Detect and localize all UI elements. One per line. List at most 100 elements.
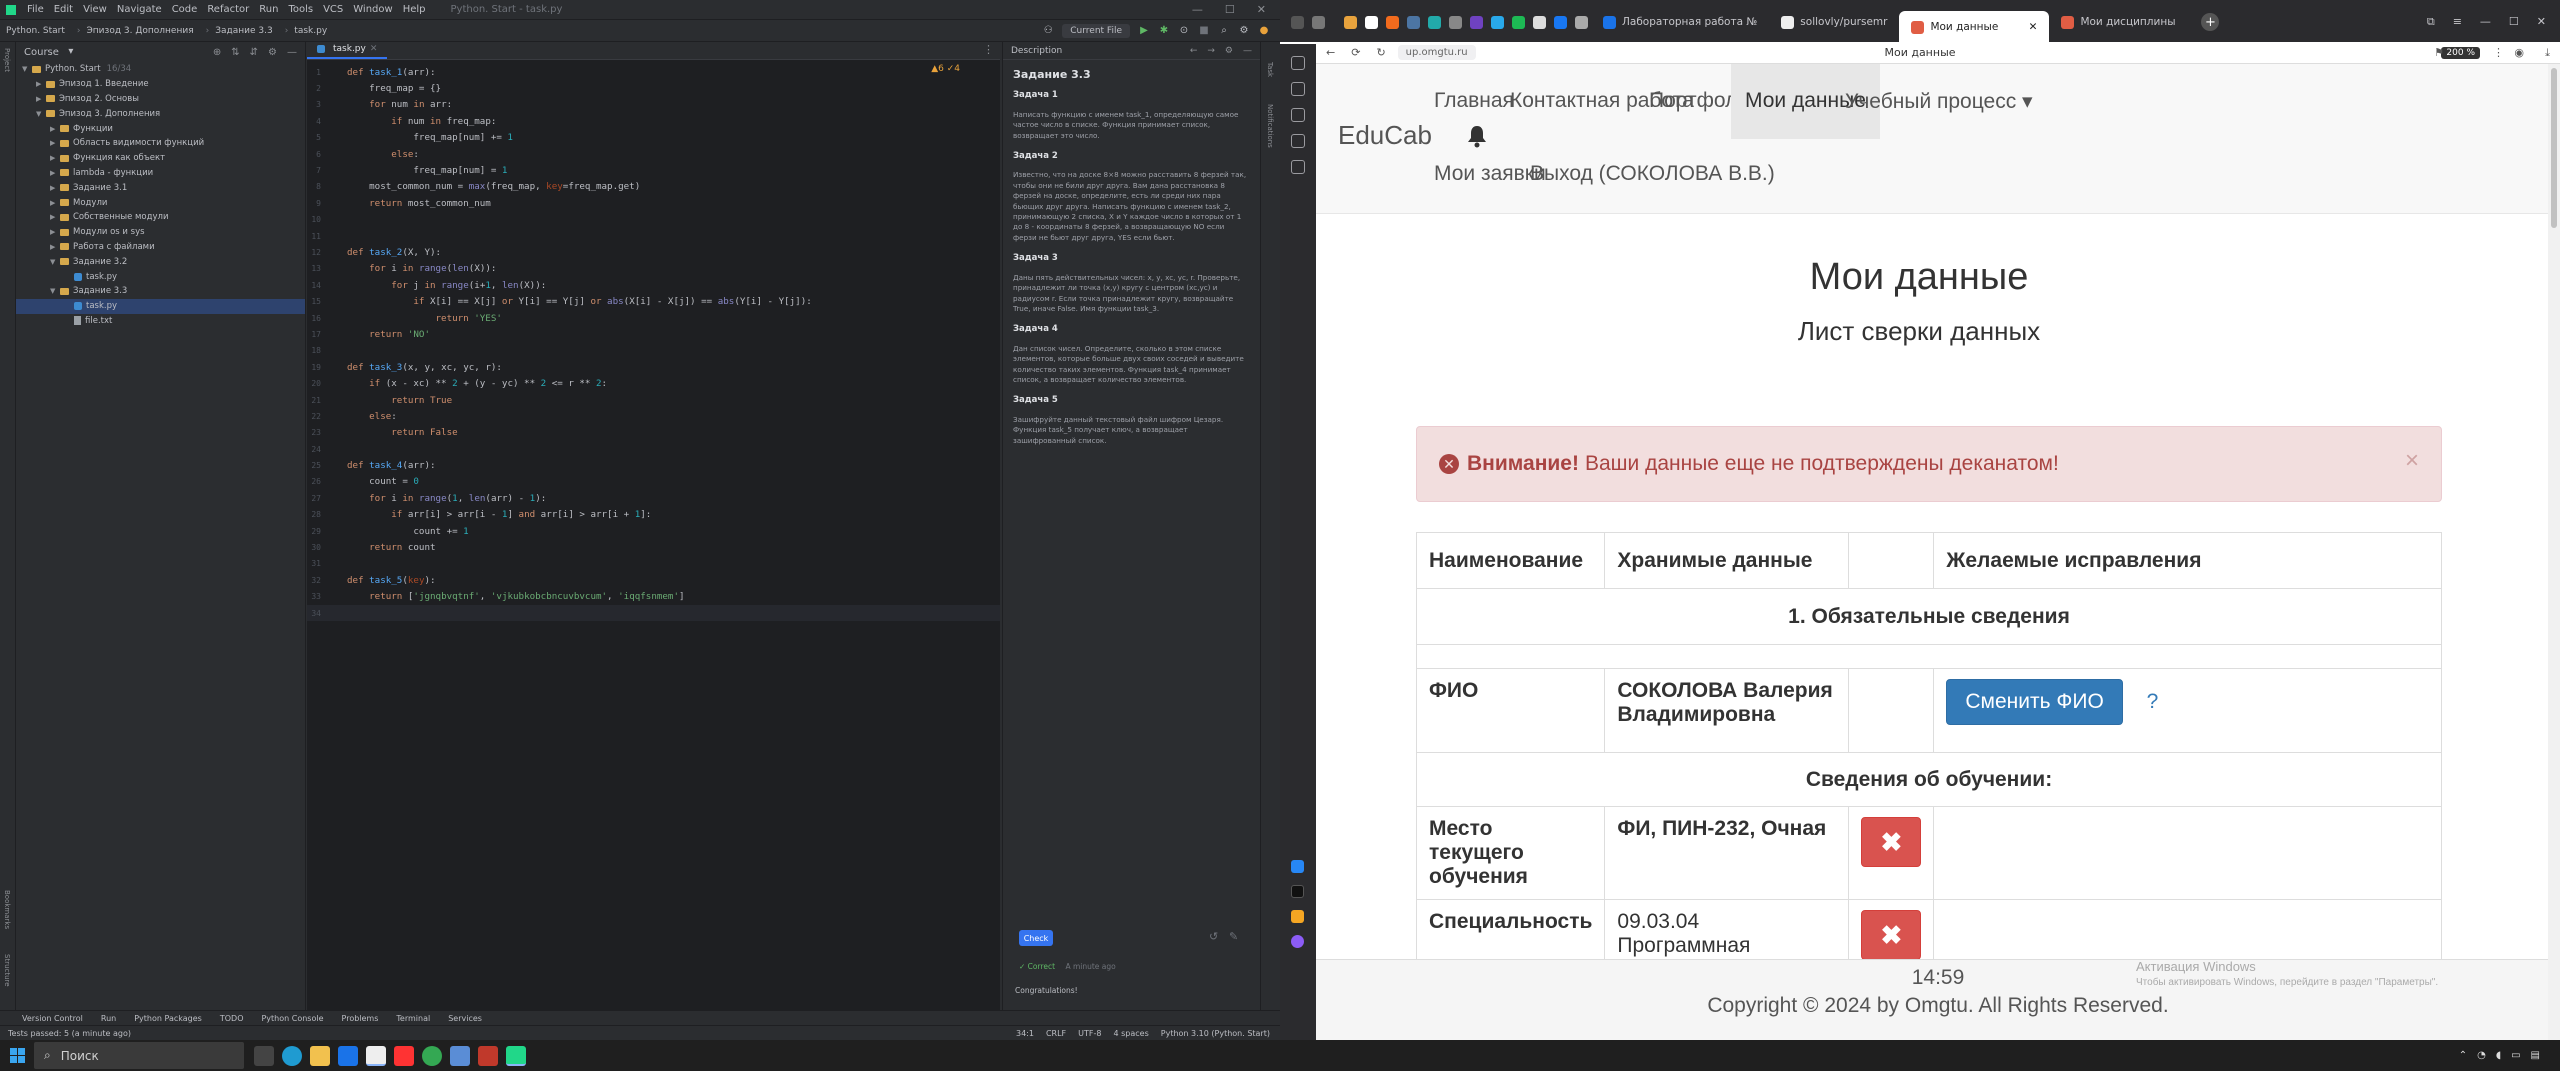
network-icon[interactable]: ◔ (2477, 1050, 2486, 1061)
edge-icon[interactable] (282, 1045, 302, 1066)
minimize-icon[interactable]: — (2480, 15, 2491, 29)
code-line[interactable]: 21 return True (307, 392, 1000, 408)
user-icon[interactable]: ⚇ (1042, 25, 1054, 37)
gear-icon[interactable]: ⚙ (268, 47, 277, 58)
stop-icon[interactable]: ■ (1198, 25, 1210, 37)
chevron-icon[interactable]: ▶ (50, 184, 60, 192)
check-button[interactable]: Check (1019, 930, 1053, 946)
app-icon[interactable] (478, 1045, 498, 1066)
project-tool-tab[interactable]: Project (3, 48, 11, 72)
code-line[interactable]: 17 return 'NO' (307, 326, 1000, 342)
tree-item[interactable]: ▶ Модули os и sys (16, 225, 305, 240)
pinned-tab-icon[interactable] (1386, 15, 1399, 29)
pinned-tab-icon[interactable] (1365, 15, 1378, 29)
tiktok-icon[interactable] (1291, 885, 1304, 898)
taskbar-search[interactable]: ⌕ Поиск (34, 1042, 244, 1069)
breadcrumb-item[interactable]: Эпизод 3. Дополнения (71, 26, 200, 36)
battery-icon[interactable]: ▭ (2511, 1050, 2520, 1061)
profile-icon[interactable] (1291, 15, 1304, 29)
zoom-indicator[interactable]: 200 % (2441, 46, 2480, 59)
chevron-icon[interactable]: ▶ (50, 154, 60, 162)
code-line[interactable]: 28 if arr[i] > arr[i - 1] and arr[i] > a… (307, 507, 1000, 523)
tree-item[interactable]: ▶ Работа с файлами (16, 240, 305, 255)
locate-icon[interactable]: ⊕ (213, 47, 221, 58)
project-pane-title[interactable]: Course (24, 47, 59, 58)
menu-6[interactable]: Run (254, 4, 283, 15)
chevron-icon[interactable]: ▼ (50, 258, 60, 266)
back-icon[interactable]: ← (1326, 46, 1335, 59)
code-line[interactable]: 2 freq_map = {} (307, 80, 1000, 96)
site-brand[interactable]: EduCab (1338, 120, 1432, 151)
code-line[interactable]: 23 return False (307, 425, 1000, 441)
chevron-icon[interactable]: ▶ (50, 243, 60, 251)
yandex-icon[interactable] (394, 1045, 414, 1066)
menu-3[interactable]: Navigate (112, 4, 167, 15)
code-line[interactable]: 9 return most_common_num (307, 195, 1000, 211)
fio-help-link[interactable]: ? (2147, 690, 2159, 713)
code-line[interactable]: 1 def task_1 (arr): (307, 64, 1000, 80)
code-line[interactable]: 34 (307, 604, 1000, 622)
hide-icon[interactable]: — (287, 47, 297, 58)
code-line[interactable]: 10 (307, 212, 1000, 228)
assistant-icon[interactable] (1291, 935, 1304, 948)
nav-my-requests[interactable]: Мои заявки (1434, 162, 1546, 186)
tool-window-button[interactable]: Services (448, 1014, 482, 1023)
minimize-icon[interactable]: — (1192, 3, 1203, 16)
tool-window-button[interactable]: Problems (342, 1014, 379, 1023)
chevron-down-icon[interactable]: ▾ (65, 46, 77, 58)
reset-icon[interactable]: ↺ (1209, 930, 1218, 943)
run-icon[interactable]: ▶ (1138, 25, 1150, 37)
tree-item[interactable]: ▶ Функция как объект (16, 151, 305, 166)
tree-item[interactable]: ▶ Функции (16, 121, 305, 136)
menu-0[interactable]: File (22, 4, 49, 15)
tree-item[interactable]: ▼ Задание 3.3 (16, 284, 305, 299)
code-line[interactable]: 14 for j in range (i+ 1, len (X)): (307, 277, 1000, 293)
tree-item[interactable]: ▶ Эпизод 1. Введение (16, 77, 305, 92)
tree-item[interactable]: file.txt (16, 314, 305, 329)
delete-button[interactable]: ✖ (1861, 910, 1922, 960)
code-line[interactable]: 32 def task_5(key): (307, 572, 1000, 588)
notification-icon[interactable]: ▤ (2531, 1050, 2540, 1061)
tab-manager-icon[interactable] (1312, 15, 1325, 29)
code-line[interactable]: 20 if (x - xc) ** 2 + (y - yc) ** 2 <= r… (307, 375, 1000, 391)
url-field[interactable]: up.omgtu.ru (1397, 45, 1476, 60)
menu-8[interactable]: VCS (318, 4, 348, 15)
page-scrollbar[interactable] (2548, 64, 2560, 1040)
status-item[interactable]: 34:1 (1016, 1029, 1034, 1038)
scrollbar-thumb[interactable] (2551, 68, 2557, 228)
chevron-icon[interactable]: ▶ (36, 80, 46, 88)
pinned-tab-icon[interactable] (1512, 15, 1525, 29)
code-editor[interactable]: task.py ✕ ⋮ ▲6 ✓4 1 def task_1 (arr): 2 fre… (307, 42, 1000, 1017)
tree-item[interactable]: ▶ Задание 3.1 (16, 180, 305, 195)
editor-tab[interactable]: task.py ✕ (307, 41, 388, 59)
inspections-widget[interactable]: ▲6 ✓4 (931, 64, 960, 74)
bell-icon[interactable] (1466, 124, 1488, 148)
mail-icon[interactable] (1291, 910, 1304, 923)
tree-item[interactable]: ▶ lambda - функции (16, 166, 305, 181)
code-line[interactable]: 30 return count (307, 539, 1000, 555)
collapse-all-icon[interactable]: ⇵ (250, 47, 258, 58)
run-config-select[interactable]: Current File (1062, 23, 1130, 38)
close-tab-icon[interactable]: ✕ (2029, 21, 2038, 33)
vk-icon[interactable] (1291, 860, 1304, 873)
breadcrumb-item[interactable]: Python. Start (0, 26, 71, 36)
more-icon[interactable]: ⋮ (2493, 46, 2504, 59)
chevron-icon[interactable]: ▶ (50, 213, 60, 221)
code-area[interactable]: ▲6 ✓4 1 def task_1 (arr): 2 freq_map = {} 3 … (307, 64, 1000, 622)
code-line[interactable]: 18 (307, 343, 1000, 359)
tree-item[interactable]: task.py (16, 269, 305, 284)
code-line[interactable]: 3 for num in arr: (307, 97, 1000, 113)
debug-icon[interactable]: ✱ (1158, 25, 1170, 37)
tool-window-button[interactable]: Python Packages (134, 1014, 202, 1023)
breadcrumb-item[interactable]: task.py (279, 26, 333, 36)
chevron-icon[interactable]: ▼ (50, 287, 60, 295)
pinned-tab-icon[interactable] (1344, 15, 1357, 29)
chevron-icon[interactable]: ▶ (36, 95, 46, 103)
code-line[interactable]: 4 if num in freq_map: (307, 113, 1000, 129)
structure-tool-tab[interactable]: Structure (3, 954, 11, 987)
forward-icon[interactable]: ⟳ (1351, 46, 1360, 59)
code-line[interactable]: 6 else: (307, 146, 1000, 162)
pinned-tab-icon[interactable] (1554, 15, 1567, 29)
tree-item[interactable]: ▼ Эпизод 3. Дополнения (16, 106, 305, 121)
more-tabs-icon[interactable]: ⋮ (983, 43, 1000, 59)
